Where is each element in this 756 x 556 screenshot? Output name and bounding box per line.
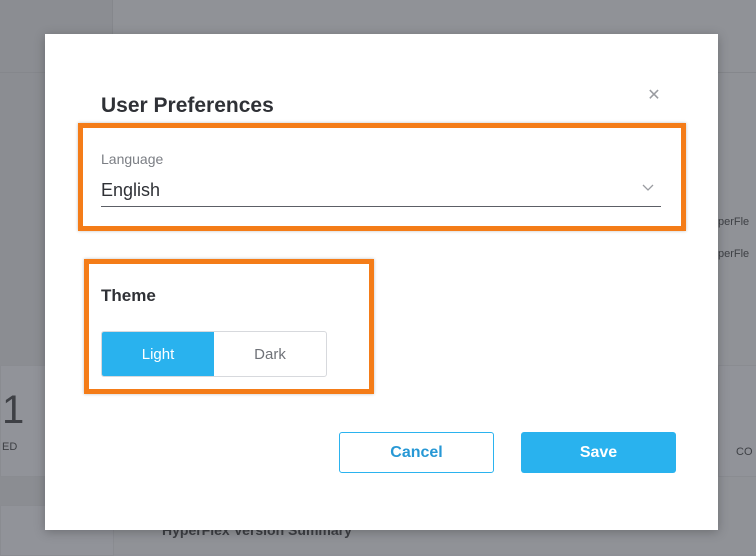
language-select[interactable]: English (101, 176, 661, 207)
cancel-button[interactable]: Cancel (339, 432, 494, 473)
background-text: ED (2, 441, 18, 453)
save-button[interactable]: Save (521, 432, 676, 473)
theme-dark-button[interactable]: Dark (214, 332, 326, 376)
dialog-title: User Preferences (101, 94, 274, 117)
language-label: Language (101, 151, 164, 167)
chevron-down-icon (642, 184, 654, 191)
background-number: 1 (2, 388, 25, 432)
close-icon[interactable]: ✕ (645, 87, 663, 105)
background-text: CO (736, 446, 753, 458)
background-text: perFle (718, 248, 750, 260)
user-preferences-dialog: User Preferences ✕ Language English Them… (45, 34, 718, 530)
language-value: English (101, 180, 161, 200)
theme-label: Theme (101, 286, 156, 305)
background-text: perFle (718, 216, 750, 228)
background-card (718, 365, 756, 477)
theme-toggle: Light Dark (101, 331, 327, 377)
theme-light-button[interactable]: Light (102, 332, 214, 376)
